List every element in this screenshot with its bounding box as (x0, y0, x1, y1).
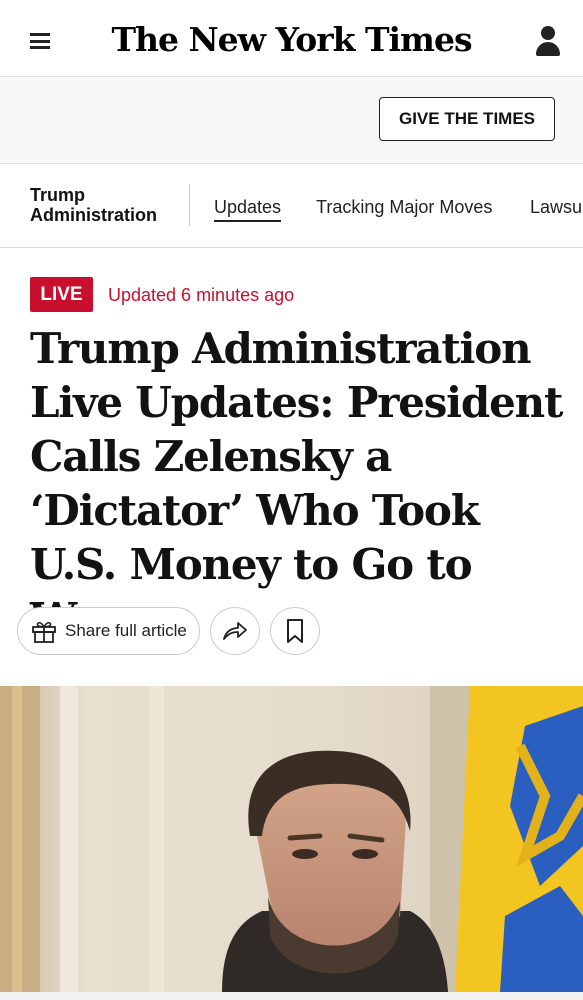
live-badge: LIVE (30, 277, 93, 312)
section-title-line2: Administration (30, 205, 158, 225)
tab-lawsuits[interactable]: Lawsuits (530, 197, 583, 218)
article-photo (0, 686, 583, 992)
tab-updates[interactable]: Updates (214, 197, 282, 222)
account-icon[interactable] (534, 26, 562, 58)
share-full-article-button[interactable]: Share full article (17, 607, 200, 655)
gift-icon (32, 621, 56, 643)
nav-divider (189, 184, 190, 226)
tab-tracking-major-moves[interactable]: Tracking Major Moves (316, 197, 492, 218)
give-the-times-button[interactable]: GIVE THE TIMES (379, 97, 555, 141)
promo-bar: GIVE THE TIMES (0, 77, 583, 164)
section-title-line1: Trump (30, 185, 86, 205)
updated-timestamp: Updated 6 minutes ago (108, 285, 295, 305)
article-headline: Trump Administration Live Updates: Presi… (30, 324, 563, 643)
bottom-strip (0, 992, 583, 1000)
section-title[interactable]: Trump Administration (30, 185, 157, 225)
save-button[interactable] (270, 607, 320, 655)
section-nav: Trump Administration Updates Tracking Ma… (0, 164, 583, 248)
share-label: Share full article (65, 621, 187, 640)
share-arrow-icon (223, 622, 247, 640)
nyt-logo[interactable]: The New York Times (0, 20, 583, 59)
bookmark-icon (287, 619, 303, 643)
top-bar: The New York Times (0, 0, 583, 77)
share-button[interactable] (210, 607, 260, 655)
